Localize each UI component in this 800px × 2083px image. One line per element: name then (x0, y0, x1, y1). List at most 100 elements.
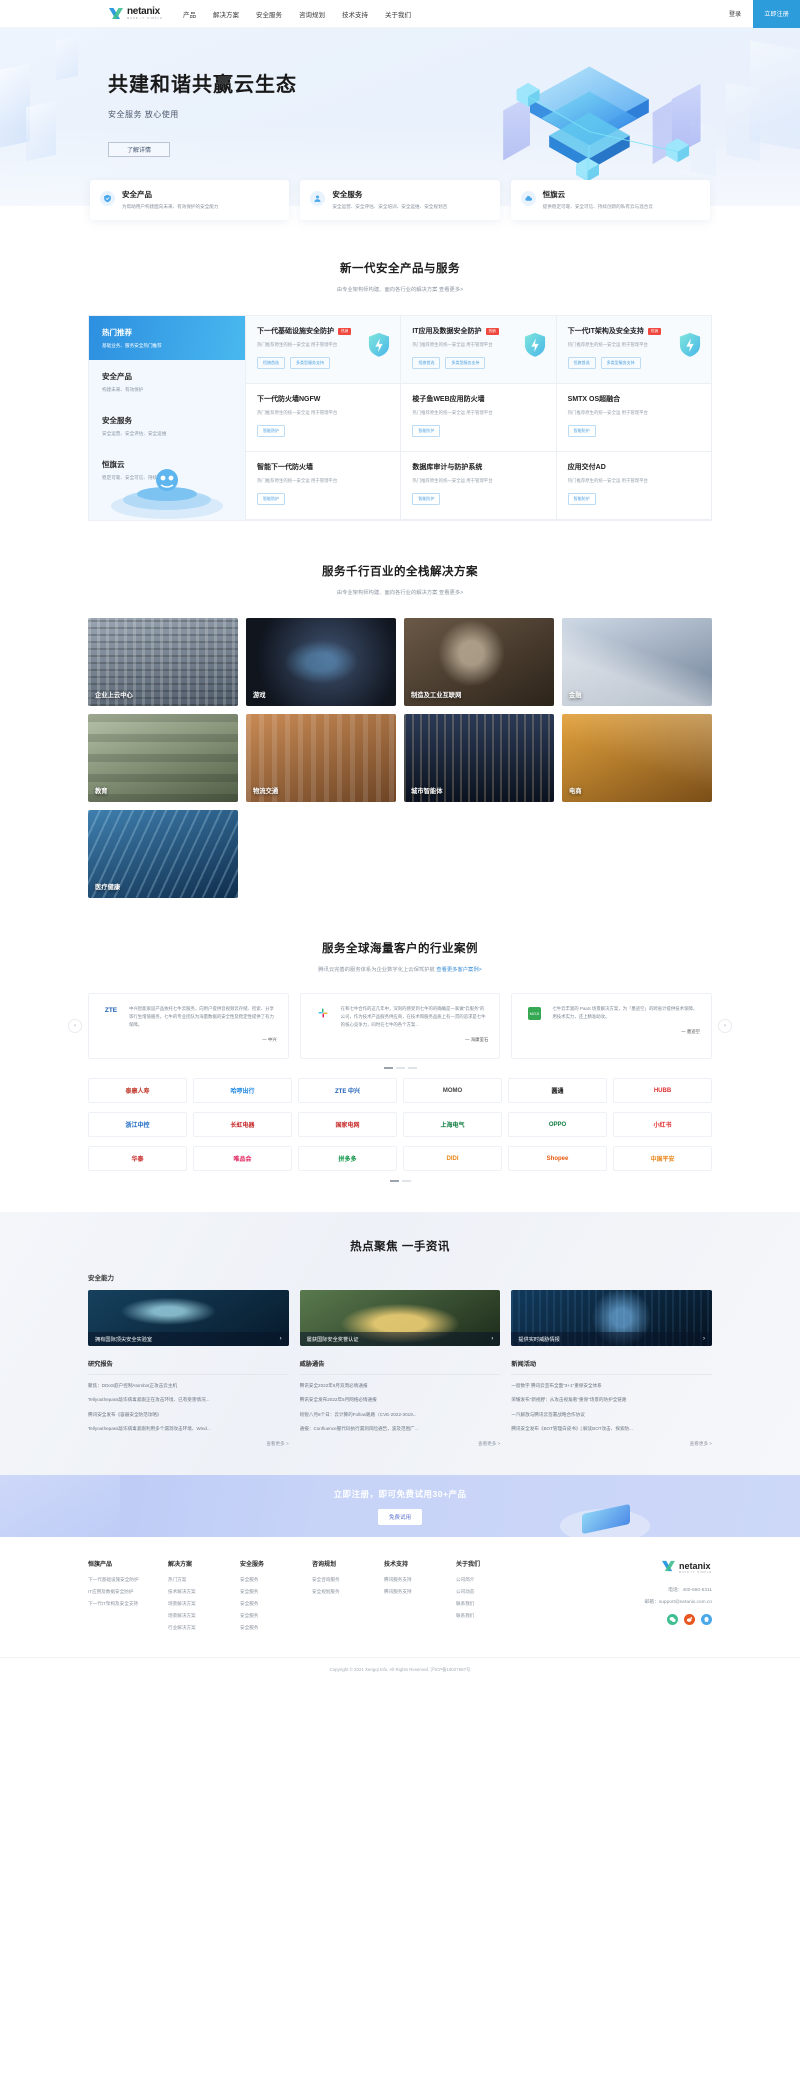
product-cell[interactable]: 下一代IT架构及安全支持 热销 热门推荐原生的统一安全运 用于管理平台 恒旗首选… (555, 316, 711, 384)
footer-link[interactable]: 下一代基础设施安全防护 (88, 1577, 168, 1583)
solution-cell-gaming[interactable]: 游戏 (246, 618, 396, 706)
footer-link[interactable]: 安全规划服务 (312, 1589, 384, 1595)
login-link[interactable]: 登录 (729, 9, 741, 18)
footer-link[interactable]: 技术解决方案 (168, 1589, 240, 1595)
nav-item-solutions[interactable]: 解决方案 (213, 9, 239, 19)
client-logo[interactable]: 国家电网 (298, 1112, 397, 1137)
footer-link[interactable]: 联系我们 (456, 1613, 528, 1619)
footer-link[interactable]: 安全服务 (240, 1577, 312, 1583)
product-tag[interactable]: 多类型服务支持 (290, 356, 330, 369)
products-more-link[interactable]: 查看更多> (439, 287, 463, 293)
product-cell[interactable]: 梭子鱼WEB应用防火墙 热门推荐原生的统一安全运 用于管理平台 智能防护 (400, 384, 556, 452)
product-cell[interactable]: 智能下一代防火墙 热门推荐原生的统一安全运 用于管理平台 智能防护 (245, 452, 401, 520)
client-logo[interactable]: 唯品会 (193, 1146, 292, 1171)
carousel-dot[interactable] (407, 1067, 417, 1069)
product-tag[interactable]: 智能防护 (412, 492, 441, 505)
feature-card-security-products[interactable]: 安全产品 为帮助用户构建面向未来、有效保护的安全能力 (90, 180, 290, 220)
news-item[interactable]: 通报：Confluence服代码执行漏洞风险通告，波及范围广... (300, 1425, 501, 1432)
product-cell[interactable]: 应用交付AD 热门推荐原生的统一安全运 用于管理平台 智能防护 (555, 452, 711, 520)
client-logo[interactable]: MOMO (403, 1078, 502, 1103)
footer-link[interactable]: 安全咨询服务 (312, 1577, 384, 1583)
brand-logo[interactable]: netanix MAKE IT SIMPLE (108, 6, 163, 21)
product-tag[interactable]: 恒旗首选 (567, 356, 596, 369)
product-tag[interactable]: 恒旗首选 (257, 356, 285, 369)
news-image-card[interactable]: 拥有国际顶尖安全实验室 › (88, 1290, 289, 1346)
nav-item-support[interactable]: 技术支持 (342, 9, 368, 19)
client-logo[interactable]: HUBB (613, 1078, 712, 1103)
client-logo[interactable]: 拼多多 (298, 1146, 397, 1171)
client-logo[interactable]: 中国平安 (613, 1146, 712, 1171)
solution-cell-education[interactable]: 教育 (88, 714, 238, 802)
solution-cell-ecommerce[interactable]: 电商 (562, 714, 712, 802)
carousel-prev-icon[interactable]: ‹ (68, 1019, 82, 1033)
footer-link[interactable]: 联系我们 (456, 1601, 528, 1607)
product-tag[interactable]: 恒旗首选 (412, 356, 441, 369)
news-item[interactable]: 腾讯安全发布《BOT管理白皮书》| 解读BOT攻击、探索防... (511, 1425, 712, 1432)
news-item[interactable]: Tellyouthepass敲诈病毒紧跟正在攻击环境、已有受害情况... (88, 1396, 289, 1403)
footer-link[interactable]: 安全服务 (240, 1613, 312, 1619)
news-more-link[interactable]: 查看更多 > (88, 1441, 288, 1447)
news-item[interactable]: 腾讯安全2022年6月双周必情通报 (300, 1382, 501, 1389)
footer-link[interactable]: IT应用及数据安全防护 (88, 1589, 168, 1595)
product-tag[interactable]: 智能防护 (412, 424, 441, 437)
weibo-icon[interactable] (684, 1614, 695, 1626)
client-logo[interactable]: 浙江中控 (88, 1112, 187, 1137)
product-cell[interactable]: 下一代基础设施安全防护 热销 热门推荐原生的统一安全运 用于管理平台 恒旗首选 … (245, 316, 401, 384)
nav-item-consulting[interactable]: 咨询规划 (299, 9, 325, 19)
product-cell[interactable]: 数据库审计与防护系统 热门推荐原生的统一安全运 用于管理平台 智能防护 (400, 452, 556, 520)
nav-item-security[interactable]: 安全服务 (256, 9, 282, 19)
feature-card-security-services[interactable]: 安全服务 安全运营、安全评估、安全培训、安全运维、安全规划咨 (300, 180, 500, 220)
case-card[interactable]: MOJI 七牛云丰富的 PaaS 场景解决方案，为「墨迹空」的跨省计提供技术保障… (511, 993, 713, 1059)
footer-link[interactable]: 安全服务 (240, 1589, 312, 1595)
news-image-card[interactable]: 提供实时威胁情报 › (511, 1290, 712, 1346)
product-tag[interactable]: 智能防护 (567, 492, 596, 505)
footer-link[interactable]: 行业解决方案 (168, 1625, 240, 1631)
cta-button[interactable]: 免费试用 (377, 1508, 422, 1525)
wechat-icon[interactable] (667, 1614, 678, 1626)
chevron-right-icon[interactable]: › (703, 1336, 705, 1342)
client-logo[interactable]: 上海电气 (403, 1112, 502, 1137)
category-item-services[interactable]: 安全服务 安全运营、安全评估、安全运维 (89, 404, 245, 448)
footer-link[interactable]: 安全服务 (240, 1601, 312, 1607)
feature-card-cloud[interactable]: 恒旗云 提供稳定可靠、安全可信、持续创新的私有云与混合云 (510, 180, 710, 220)
client-logo[interactable]: 长虹电器 (193, 1112, 292, 1137)
solutions-more-link[interactable]: 查看更多> (439, 590, 463, 596)
news-more-link[interactable]: 查看更多 > (511, 1441, 712, 1447)
carousel-dot[interactable] (395, 1067, 405, 1069)
news-image-card[interactable]: 屡获国际安全奖誉认证 › (299, 1290, 501, 1346)
product-tag[interactable]: 多类型服务支持 (600, 356, 641, 369)
footer-link[interactable]: 腾讯服务支持 (384, 1589, 456, 1595)
news-item[interactable]: 腾讯安全发布2022年5月网络必情通报 (300, 1396, 501, 1403)
news-more-link[interactable]: 查看更多 > (300, 1441, 500, 1447)
news-item[interactable]: 一汽解放与腾讯云签署战略合作协议 (511, 1411, 712, 1418)
footer-link[interactable]: 下一代IT架构及安全支持 (88, 1601, 168, 1607)
category-item-hot[interactable]: 热门推荐 基础业务、服务安全热门推荐 (89, 316, 245, 360)
news-item[interactable]: 聚焦：DDoS庭户控制Atombot正攻击云主机 (88, 1382, 289, 1389)
solution-cell-manufacturing[interactable]: 制造及工业互联网 (404, 618, 554, 706)
product-cell[interactable]: 下一代防火墙NGFW 热门推荐原生的统一安全运 用于管理平台 智能防护 (245, 384, 401, 452)
cases-more-link[interactable]: 查看更多客户案例> (436, 967, 481, 973)
carousel-dot[interactable] (383, 1067, 393, 1069)
news-item[interactable]: 喷锐八月8个日：云计算的Follow路路（CVE-2022-3019... (300, 1411, 501, 1418)
client-logo[interactable]: OPPO (508, 1112, 607, 1137)
chevron-right-icon[interactable]: › (491, 1336, 493, 1342)
category-item-products[interactable]: 安全产品 构建未来、有效保护 (89, 360, 245, 404)
hero-cta-button[interactable]: 了解详情 (108, 142, 170, 157)
solution-cell-healthcare[interactable]: 医疗健康 (88, 810, 238, 898)
product-tag[interactable]: 多类型服务支持 (445, 356, 486, 369)
chevron-right-icon[interactable]: › (280, 1336, 282, 1342)
nav-item-about[interactable]: 关于我们 (385, 9, 411, 19)
logo-carousel-dot[interactable] (389, 1180, 399, 1182)
product-tag[interactable]: 智能防护 (257, 492, 285, 505)
product-cell[interactable]: IT应用及数据安全防护 热销 热门推荐原生的统一安全运 用于管理平台 恒旗首选 … (400, 316, 556, 384)
case-card[interactable]: 在和七牛合作的这几年中，深刻的感受到七牛的的确确是一家做"云服务"的公司，作为技… (299, 993, 501, 1059)
qq-icon[interactable] (701, 1614, 712, 1626)
nav-item-products[interactable]: 产品 (183, 9, 196, 19)
news-item[interactable]: 腾讯安全发布《容器安全防范攻略》 (88, 1411, 289, 1418)
client-logo[interactable]: 哈啰出行 (193, 1078, 292, 1103)
footer-link[interactable]: 安全服务 (240, 1625, 312, 1631)
product-tag[interactable]: 智能防护 (567, 424, 596, 437)
footer-link[interactable]: 腾讯服务支持 (384, 1577, 456, 1583)
client-logo[interactable]: ZTE 中兴 (298, 1078, 397, 1103)
solution-cell-finance[interactable]: 金融 (562, 618, 712, 706)
